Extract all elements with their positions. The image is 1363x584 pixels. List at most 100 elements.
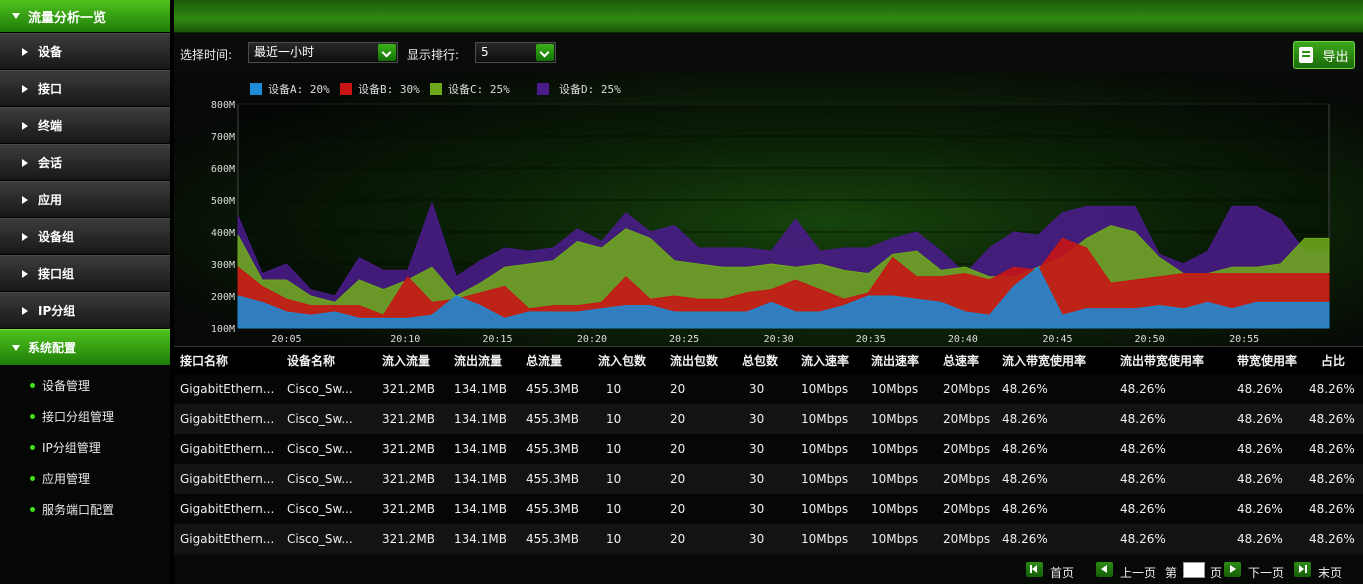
x-tick-label: 20:10 <box>390 334 420 345</box>
column-header[interactable]: 设备名称 <box>287 352 335 369</box>
column-header[interactable]: 流入包数 <box>598 352 646 369</box>
y-tick-label: 500M <box>211 196 235 207</box>
table-cell: 20Mbps <box>943 412 991 426</box>
first-page-link[interactable]: 首页 <box>1050 564 1074 581</box>
submenu-application-management[interactable]: 应用管理 <box>0 463 170 494</box>
rank-label: 显示排行: <box>407 48 460 62</box>
next-page-link[interactable]: 下一页 <box>1248 564 1284 581</box>
submenu-device-management[interactable]: 设备管理 <box>0 370 170 401</box>
column-header[interactable]: 流出流量 <box>454 352 502 369</box>
x-tick-label: 20:30 <box>764 334 794 345</box>
table-cell: 20 <box>670 442 686 456</box>
time-label: 选择时间: <box>180 48 233 62</box>
table-cell: 321.2MB <box>382 532 435 546</box>
submenu-label: 接口分组管理 <box>42 410 115 424</box>
column-header[interactable]: 占比 <box>1321 352 1345 369</box>
table-cell: 48.26% <box>1309 532 1355 546</box>
caret-right-icon <box>22 47 28 56</box>
bullet-icon <box>30 414 35 419</box>
table-cell: 10Mbps <box>871 502 919 516</box>
submenu-ip-group-management[interactable]: IP分组管理 <box>0 432 170 463</box>
table-cell: 455.3MB <box>526 382 579 396</box>
column-header[interactable]: 流入流量 <box>382 352 430 369</box>
y-tick-label: 100M <box>211 324 235 335</box>
caret-right-icon <box>22 306 28 315</box>
table-row[interactable]: GigabitEthern... Cisco_Sw... 321.2MB 134.1M… <box>174 404 1363 434</box>
table-cell: 10Mbps <box>801 382 849 396</box>
next-page-icon[interactable] <box>1224 562 1241 577</box>
export-label: 导出 <box>1322 49 1349 65</box>
sidebar-item-ip-group[interactable]: IP分组 <box>0 292 170 329</box>
table-cell: GigabitEthern... <box>180 532 275 546</box>
table-row[interactable]: GigabitEthern... Cisco_Sw... 321.2MB 134.1M… <box>174 464 1363 494</box>
sidebar-item-device-group[interactable]: 设备组 <box>0 218 170 255</box>
sidebar-item-label: 接口 <box>38 82 63 96</box>
sidebar-item-application[interactable]: 应用 <box>0 181 170 218</box>
sidebar-item-terminal[interactable]: 终端 <box>0 107 170 144</box>
column-header[interactable]: 流入带宽使用率 <box>1002 352 1086 369</box>
table-row[interactable]: GigabitEthern... Cisco_Sw... 321.2MB 134.1M… <box>174 434 1363 464</box>
column-header[interactable]: 总包数 <box>742 352 778 369</box>
sidebar-item-device[interactable]: 设备 <box>0 33 170 70</box>
rank-select[interactable]: 5 <box>475 42 556 63</box>
chevron-down-icon[interactable] <box>536 44 554 61</box>
table-cell: 48.26% <box>1002 472 1048 486</box>
table-cell: GigabitEthern... <box>180 412 275 426</box>
bullet-icon <box>30 445 35 450</box>
last-page-link[interactable]: 末页 <box>1318 564 1342 581</box>
caret-right-icon <box>22 232 28 241</box>
table-cell: 30 <box>749 412 765 426</box>
table-cell: 455.3MB <box>526 412 579 426</box>
sidebar-item-session[interactable]: 会话 <box>0 144 170 181</box>
sidebar-item-interface[interactable]: 接口 <box>0 70 170 107</box>
column-header[interactable]: 带宽使用率 <box>1237 352 1297 369</box>
y-tick-label: 400M <box>211 228 235 239</box>
table-row[interactable]: GigabitEthern... Cisco_Sw... 321.2MB 134.1M… <box>174 374 1363 404</box>
column-header[interactable]: 流入速率 <box>801 352 849 369</box>
sidebar-item-system-config[interactable]: 系统配置 <box>0 329 170 366</box>
first-page-icon[interactable] <box>1026 562 1043 577</box>
table-cell: Cisco_Sw... <box>287 412 353 426</box>
table-cell: 48.26% <box>1309 382 1355 396</box>
sidebar-item-interface-group[interactable]: 接口组 <box>0 255 170 292</box>
table-cell: 10Mbps <box>871 472 919 486</box>
table-cell: 134.1MB <box>454 502 507 516</box>
column-header[interactable]: 总速率 <box>943 352 979 369</box>
table-cell: 20 <box>670 412 686 426</box>
submenu-service-port-config[interactable]: 服务端口配置 <box>0 494 170 525</box>
table-row[interactable]: GigabitEthern... Cisco_Sw... 321.2MB 134.1M… <box>174 524 1363 554</box>
x-tick-label: 20:05 <box>271 334 301 345</box>
prev-page-icon[interactable] <box>1096 562 1113 577</box>
export-button[interactable]: 导出 <box>1293 41 1355 69</box>
table-cell: 48.26% <box>1120 412 1166 426</box>
table-cell: 10Mbps <box>871 412 919 426</box>
table-cell: 10Mbps <box>801 502 849 516</box>
table-cell: 20 <box>670 382 686 396</box>
table-cell: 10Mbps <box>871 442 919 456</box>
column-header[interactable]: 流出包数 <box>670 352 718 369</box>
table-cell: 48.26% <box>1309 442 1355 456</box>
page-number-input[interactable] <box>1183 562 1205 578</box>
table-cell: 30 <box>749 472 765 486</box>
table-cell: 48.26% <box>1002 532 1048 546</box>
time-select[interactable]: 最近一小时 <box>248 42 398 63</box>
bullet-icon <box>30 383 35 388</box>
column-header[interactable]: 流出带宽使用率 <box>1120 352 1204 369</box>
column-header[interactable]: 总流量 <box>526 352 562 369</box>
sidebar-header[interactable]: 流量分析一览 <box>0 0 170 33</box>
table-cell: 48.26% <box>1002 382 1048 396</box>
caret-right-icon <box>22 195 28 204</box>
table-cell: 48.26% <box>1309 472 1355 486</box>
last-page-icon[interactable] <box>1294 562 1311 577</box>
column-header[interactable]: 接口名称 <box>180 352 228 369</box>
chevron-down-icon[interactable] <box>378 44 396 61</box>
caret-down-icon <box>12 13 20 19</box>
column-header[interactable]: 流出速率 <box>871 352 919 369</box>
submenu-interface-group-management[interactable]: 接口分组管理 <box>0 401 170 432</box>
table-header: 接口名称 设备名称 流入流量 流出流量 总流量 流入包数 流出包数 总包数 流入… <box>174 346 1363 374</box>
sidebar-item-label: IP分组 <box>38 304 76 318</box>
traffic-chart: 设备A: 20% 设备B: 30% 设备C: 25% 设备D: 25% 800M… <box>174 72 1363 346</box>
table-row[interactable]: GigabitEthern... Cisco_Sw... 321.2MB 134.1M… <box>174 494 1363 524</box>
y-tick-label: 600M <box>211 164 235 175</box>
prev-page-link[interactable]: 上一页 <box>1120 564 1156 581</box>
